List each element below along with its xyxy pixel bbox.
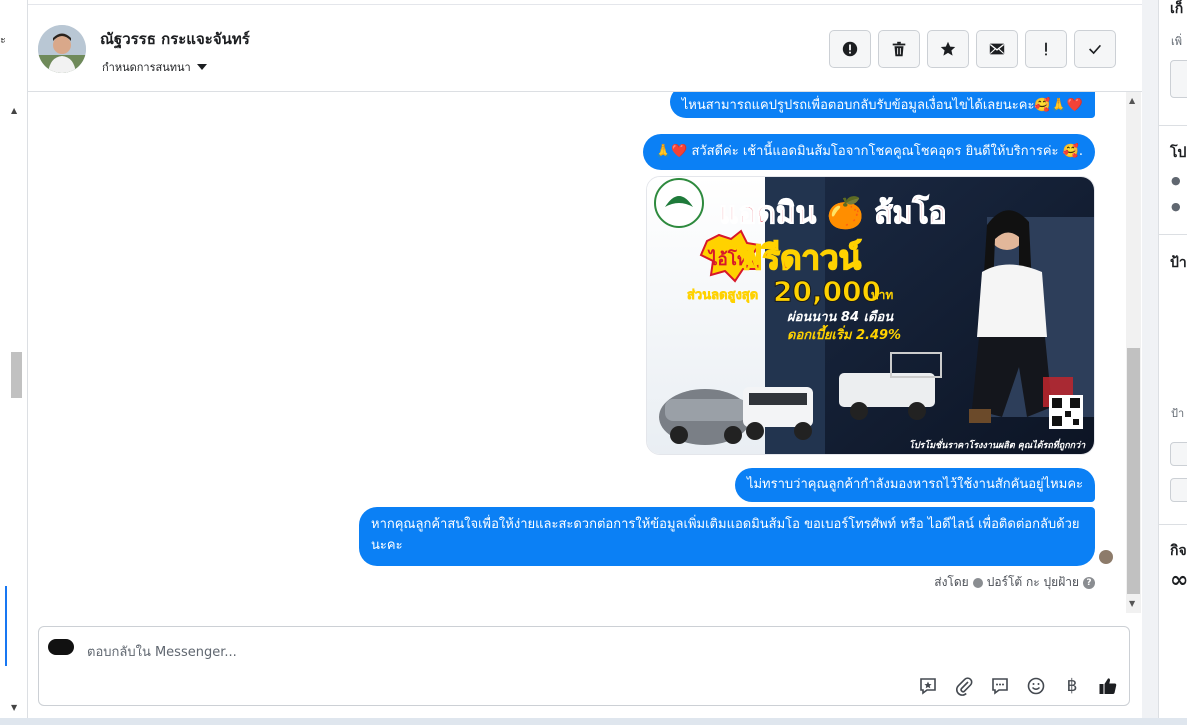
message-scrollbar[interactable]: ▲ ▼ <box>1126 92 1141 613</box>
alert-circle-icon <box>842 41 858 57</box>
star-icon <box>940 41 956 56</box>
reply-composer[interactable]: ตอบกลับใน Messenger... ฿ <box>38 626 1130 706</box>
help-icon[interactable]: ? <box>1083 576 1095 589</box>
promo-headline: ฟรีดาวน์ <box>739 238 862 277</box>
thumbs-up-icon <box>1099 678 1117 694</box>
baht-icon: ฿ <box>1066 676 1078 696</box>
location-icon: ● <box>1171 200 1181 213</box>
promo-discount-amount: 20,000 <box>773 275 881 308</box>
app-root: ะ ▲ ▼ ณัฐวรรธ กระแจะจันทร์ กำหนดการสนทนา <box>0 0 1187 725</box>
message-bubble: หากคุณลูกค้าสนใจเพื่อให้ง่ายและสะดวกต่อก… <box>359 507 1095 566</box>
contact-name: ณัฐวรรธ กระแจะจันทร์ <box>100 30 250 48</box>
mark-unread-button[interactable] <box>976 30 1018 68</box>
sent-by-prefix: ส่งโดย <box>934 575 969 589</box>
details-section-subtitle: เพิ่ <box>1171 35 1183 48</box>
contact-avatar[interactable] <box>38 25 86 73</box>
panel-gutter <box>1142 0 1158 718</box>
check-circle-icon <box>972 577 983 588</box>
divider <box>1159 524 1187 525</box>
profile-section-title: โป <box>1170 145 1187 161</box>
done-button[interactable] <box>1074 30 1116 68</box>
promo-discount-unit: บาท <box>871 288 893 302</box>
reply-input[interactable]: ตอบกลับใน Messenger... <box>87 641 237 662</box>
message-scroll-thumb[interactable] <box>1127 348 1140 594</box>
smile-icon <box>1027 677 1045 695</box>
assign-conversation-dropdown[interactable]: กำหนดการสนทนา <box>102 58 207 76</box>
spam-button[interactable] <box>829 30 871 68</box>
promo-discount-prefix: ส่วนลดสูงสุด <box>687 288 758 303</box>
activity-section-title: กิจ <box>1170 543 1187 559</box>
scroll-up-arrow[interactable]: ▲ <box>1129 96 1135 105</box>
labels-section-subtitle: ป้า <box>1171 407 1185 420</box>
clock-icon: ● <box>1171 174 1181 187</box>
attach-button[interactable] <box>953 675 975 697</box>
quick-reply-button[interactable] <box>989 675 1011 697</box>
contact-details-panel: เก็ เพิ่ โป ● ● ป้า ป้า กิจ ∞ <box>1158 0 1187 718</box>
sent-by-info: ส่งโดย ปอร์โต้ กะ ปุยฝ้าย ? <box>934 573 1095 592</box>
conversation-panel: ณัฐวรรธ กระแจะจันทร์ กำหนดการสนทนา ไหนสา… <box>28 0 1142 718</box>
caret-down-icon <box>196 64 207 70</box>
promo-title: แอดมิน 🍊 ส้มโอ <box>719 194 947 231</box>
star-button[interactable] <box>927 30 969 68</box>
previous-panel-scroll-thumb[interactable] <box>11 352 22 398</box>
selected-indicator <box>5 586 7 666</box>
label-checkbox[interactable] <box>1170 442 1187 466</box>
sent-by-name: ปอร์โต้ กะ ปุยฝ้าย <box>986 575 1079 589</box>
message-bubble: ไม่ทราบว่าคุณลูกค้ากำลังมองหารถไว้ใช้งาน… <box>734 468 1095 502</box>
message-thread[interactable]: ไหนสามารถแคปรูปรถเพื่อตอบกลับรับข้อมูลเง… <box>28 92 1142 613</box>
scroll-down-arrow[interactable]: ▼ <box>11 703 17 712</box>
composer-tools: ฿ <box>917 675 1119 697</box>
previous-panel-edge: ะ ▲ ▼ <box>0 0 28 718</box>
details-input[interactable] <box>1170 60 1187 98</box>
delete-button[interactable] <box>878 30 920 68</box>
divider <box>1159 125 1187 126</box>
divider <box>1159 234 1187 235</box>
assign-label: กำหนดการสนทนา <box>102 61 191 74</box>
paperclip-icon <box>956 677 973 696</box>
bottom-strip <box>0 718 1187 725</box>
label-checkbox[interactable] <box>1170 478 1187 502</box>
star-bubble-icon <box>920 678 936 695</box>
labels-section-title: ป้า <box>1170 255 1187 271</box>
like-button[interactable] <box>1097 675 1119 697</box>
scroll-down-arrow[interactable]: ▼ <box>1129 599 1135 608</box>
page-avatar-icon <box>48 639 74 655</box>
conversation-header: ณัฐวรรธ กระแจะจันทร์ กำหนดการสนทนา <box>28 4 1142 92</box>
previous-panel-text: ะ <box>0 33 6 46</box>
promo-image[interactable]: แอดมิน 🍊 ส้มโอ ไอ้โห้ ฟรีดาวน์ ส่วนลดสูง… <box>646 176 1095 455</box>
envelope-icon <box>989 43 1005 55</box>
header-actions <box>829 30 1116 68</box>
scroll-up-arrow[interactable]: ▲ <box>11 106 17 115</box>
promo-installment: ผ่อนนาน 84 เดือน <box>787 309 894 325</box>
message-bubble: ไหนสามารถแคปรูปรถเพื่อตอบกลับรับข้อมูลเง… <box>669 92 1095 118</box>
saved-reply-button[interactable] <box>917 675 939 697</box>
seen-avatar <box>1099 550 1113 564</box>
trash-icon <box>892 41 906 57</box>
message-bubble: 🙏❤️ สวัสดีค่ะ เช้านี้แอดมินส้มโอจากโชคคู… <box>642 134 1095 170</box>
emoji-button[interactable] <box>1025 675 1047 697</box>
check-icon <box>1089 44 1102 55</box>
details-section-title: เก็ <box>1170 1 1184 17</box>
infinity-icon: ∞ <box>1170 568 1187 593</box>
payment-button[interactable]: ฿ <box>1061 675 1083 697</box>
chat-bubble-icon <box>992 678 1008 695</box>
important-button[interactable] <box>1025 30 1067 68</box>
exclamation-icon <box>1045 42 1047 56</box>
